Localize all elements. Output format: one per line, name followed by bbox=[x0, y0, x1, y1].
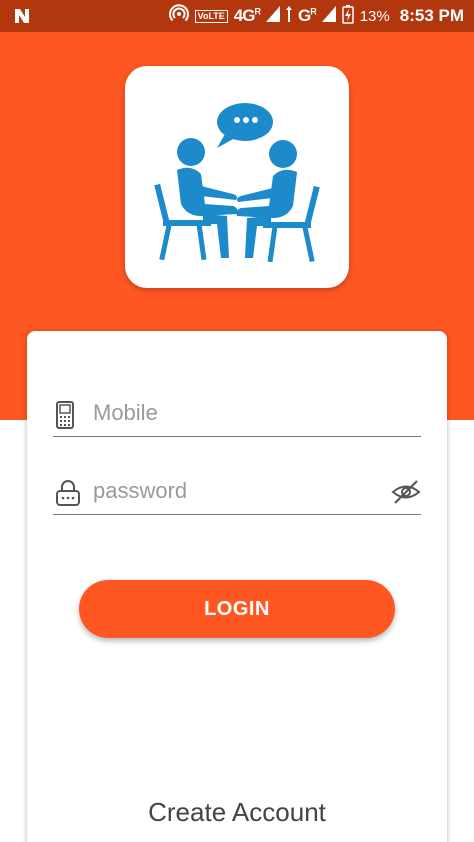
data-arrows-icon bbox=[285, 6, 292, 26]
two-people-talking-icon bbox=[154, 103, 320, 263]
login-button[interactable]: LOGIN bbox=[79, 580, 395, 638]
battery-charging-icon bbox=[341, 4, 354, 28]
password-field bbox=[53, 469, 421, 515]
battery-percent: 13% bbox=[359, 7, 390, 25]
network-g-label: GR bbox=[297, 6, 317, 25]
clock: 8:53 PM bbox=[399, 6, 464, 25]
login-screen: VoLTE 4GR GR 13% 8:53 PM Mobile LOGIN Cr… bbox=[0, 0, 474, 842]
mobile-field bbox=[53, 391, 421, 437]
toggle-password-visibility-icon[interactable] bbox=[391, 477, 421, 507]
create-account-link[interactable]: Create Account bbox=[27, 797, 447, 828]
network-4g-label: 4GR bbox=[233, 6, 261, 25]
signal-icon-2 bbox=[321, 6, 336, 26]
hotspot-icon bbox=[168, 4, 189, 28]
phone-icon bbox=[56, 401, 78, 429]
login-card: LOGIN Create Account bbox=[27, 331, 447, 842]
signal-icon bbox=[265, 6, 280, 26]
volte-badge: VoLTE bbox=[194, 9, 228, 23]
lock-icon bbox=[56, 479, 80, 507]
app-logo bbox=[125, 66, 349, 288]
notification-icon bbox=[12, 6, 32, 31]
status-bar: VoLTE 4GR GR 13% 8:53 PM bbox=[0, 0, 474, 32]
mobile-input[interactable] bbox=[93, 395, 383, 431]
password-input[interactable] bbox=[93, 473, 383, 509]
